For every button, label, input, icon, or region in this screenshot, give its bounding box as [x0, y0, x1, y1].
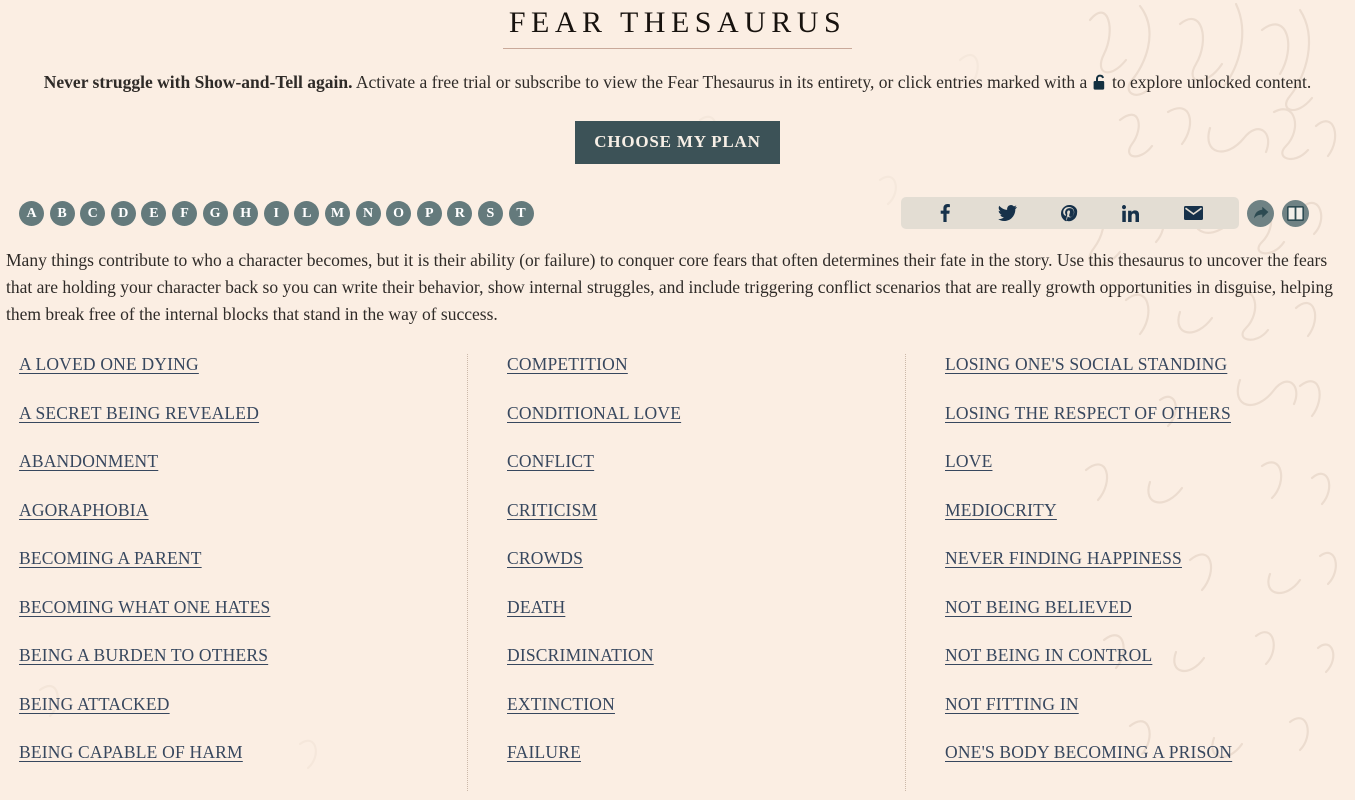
entry-link[interactable]: BECOMING A PARENT	[19, 548, 202, 568]
navigation-row: ABCDEFGHILMNOPRST	[0, 189, 1355, 233]
share-button[interactable]	[1247, 199, 1274, 227]
entry-link[interactable]: A SECRET BEING REVEALED	[19, 403, 259, 423]
entry-columns: A LOVED ONE DYING A SECRET BEING REVEALED…	[0, 354, 1355, 791]
alphabet-badge-g[interactable]: G	[202, 201, 228, 226]
entry-link[interactable]: BECOMING WHAT ONE HATES	[19, 597, 270, 617]
alphabet-badge-b[interactable]: B	[49, 201, 75, 226]
entry-link[interactable]: CONDITIONAL LOVE	[507, 403, 681, 423]
entry-column-1: A LOVED ONE DYING A SECRET BEING REVEALED…	[19, 354, 467, 791]
alphabet-badge-t[interactable]: T	[508, 201, 534, 226]
page-root: FEAR THESAURUS Never struggle with Show-…	[0, 0, 1355, 800]
entry-link[interactable]: AGORAPHOBIA	[19, 500, 149, 520]
alphabet-badge-i[interactable]: I	[263, 201, 289, 226]
entry-link[interactable]: FAILURE	[507, 742, 581, 762]
entry-link[interactable]: LOSING THE RESPECT OF OTHERS	[945, 403, 1231, 423]
alphabet-badge-f[interactable]: F	[171, 201, 197, 226]
linkedin-icon[interactable]	[1122, 204, 1140, 222]
share-bar	[901, 197, 1239, 229]
alphabet-badge-n[interactable]: N	[355, 201, 381, 226]
alphabet-badge-l[interactable]: L	[294, 201, 320, 226]
alphabet-badge-a[interactable]: A	[19, 201, 44, 226]
entry-link[interactable]: BEING ATTACKED	[19, 694, 170, 714]
alphabet-badge-h[interactable]: H	[233, 201, 259, 226]
alphabet-nav: ABCDEFGHILMNOPRST	[19, 189, 534, 226]
entry-link[interactable]: ONE'S BODY BECOMING A PRISON	[945, 742, 1232, 762]
entry-column-3: LOSING ONE'S SOCIAL STANDING LOSING THE R…	[905, 354, 1349, 791]
entry-link[interactable]: BEING CAPABLE OF HARM	[19, 742, 243, 762]
page-title: FEAR THESAURUS	[502, 6, 853, 49]
entry-link[interactable]: CRITICISM	[507, 500, 597, 520]
intro-paragraph: Many things contribute to who a characte…	[6, 250, 1333, 324]
entry-link[interactable]: NEVER FINDING HAPPINESS	[945, 548, 1182, 568]
entry-link[interactable]: NOT BEING IN CONTROL	[945, 645, 1152, 665]
alphabet-badge-s[interactable]: S	[477, 201, 503, 226]
entry-link[interactable]: A LOVED ONE DYING	[19, 354, 199, 374]
entry-link[interactable]: DEATH	[507, 597, 565, 617]
entry-link[interactable]: NOT BEING BELIEVED	[945, 597, 1132, 617]
entry-link[interactable]: DISCRIMINATION	[507, 645, 654, 665]
entry-column-2: COMPETITION CONDITIONAL LOVE CONFLICT CRITI…	[467, 354, 905, 791]
choose-my-plan-button[interactable]: CHOOSE MY PLAN	[575, 121, 780, 164]
entry-link[interactable]: CONFLICT	[507, 451, 594, 471]
alphabet-badge-p[interactable]: P	[416, 201, 442, 226]
entry-link[interactable]: EXTINCTION	[507, 694, 615, 714]
alphabet-badge-r[interactable]: R	[447, 201, 473, 226]
unlock-icon[interactable]	[1093, 72, 1107, 99]
title-container: FEAR THESAURUS	[0, 0, 1355, 49]
facebook-icon[interactable]	[937, 204, 953, 222]
pinterest-icon[interactable]	[1060, 204, 1078, 222]
alphabet-badge-d[interactable]: D	[110, 201, 136, 226]
entry-link[interactable]: COMPETITION	[507, 354, 628, 374]
book-icon[interactable]	[1282, 199, 1309, 227]
share-cluster	[901, 197, 1309, 229]
promo-text-part2: to explore unlocked content.	[1107, 72, 1312, 92]
entry-link[interactable]: ABANDONMENT	[19, 451, 158, 471]
alphabet-badge-o[interactable]: O	[386, 201, 412, 226]
entry-link[interactable]: LOVE	[945, 451, 992, 471]
entry-link[interactable]: MEDIOCRITY	[945, 500, 1057, 520]
twitter-icon[interactable]	[997, 205, 1017, 221]
alphabet-badge-c[interactable]: C	[80, 201, 106, 226]
entry-link[interactable]: NOT FITTING IN	[945, 694, 1079, 714]
cta-container: CHOOSE MY PLAN	[0, 121, 1355, 164]
entry-link[interactable]: CROWDS	[507, 548, 583, 568]
promo-text-part1: Activate a free trial or subscribe to vi…	[352, 72, 1092, 92]
email-icon[interactable]	[1183, 206, 1203, 220]
promo-bold-lead: Never struggle with Show-and-Tell again.	[43, 72, 353, 92]
entry-link[interactable]: BEING A BURDEN TO OTHERS	[19, 645, 268, 665]
entry-link[interactable]: LOSING ONE'S SOCIAL STANDING	[945, 354, 1227, 374]
promo-banner: Never struggle with Show-and-Tell again.…	[33, 69, 1323, 99]
alphabet-badge-e[interactable]: E	[141, 201, 167, 226]
alphabet-badge-m[interactable]: M	[324, 201, 350, 226]
